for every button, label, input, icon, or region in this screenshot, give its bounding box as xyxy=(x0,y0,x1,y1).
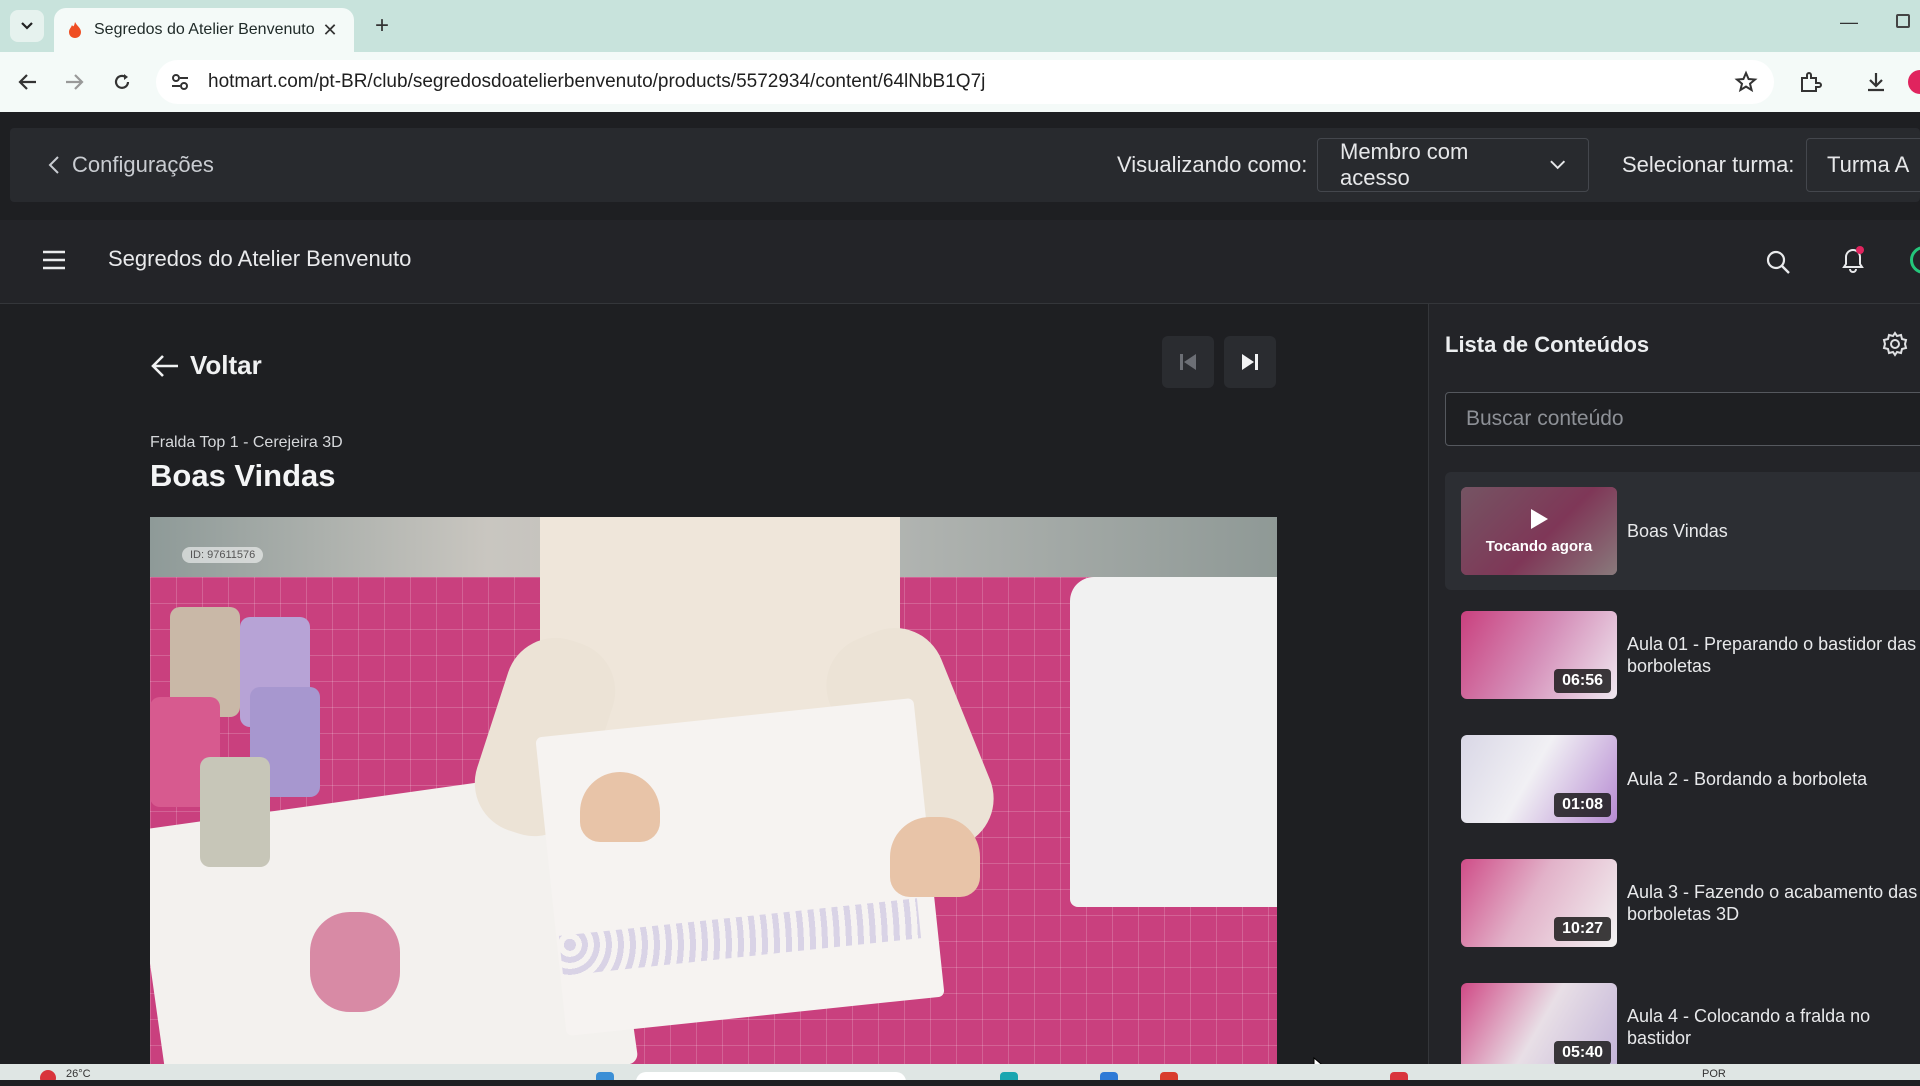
viewing-as-label: Visualizando como: xyxy=(1117,152,1308,177)
lesson-item-title: Aula 4 - Colocando a fralda no bastidor xyxy=(1627,1006,1871,1048)
admin-preview-area: Configurações Visualizando como: Membro … xyxy=(0,112,1920,220)
club-header: Segredos do Atelier Benvenuto xyxy=(0,220,1920,304)
arrow-left-icon xyxy=(18,74,36,90)
video-id-watermark: ID: 97611576 xyxy=(182,547,264,563)
taskbar-app-icon[interactable] xyxy=(1100,1072,1118,1080)
content-search-input[interactable] xyxy=(1445,392,1920,446)
play-icon xyxy=(1531,508,1548,529)
taskbar-app-icon[interactable] xyxy=(1390,1072,1408,1080)
video-frame-hand xyxy=(890,817,980,897)
back-label: Voltar xyxy=(190,350,262,380)
address-bar[interactable]: hotmart.com/pt-BR/club/segredosdoatelier… xyxy=(156,60,1774,104)
minimize-window-icon[interactable]: — xyxy=(1840,12,1858,33)
browser-toolbar: hotmart.com/pt-BR/club/segredosdoatelier… xyxy=(0,52,1920,112)
back-nav-button[interactable] xyxy=(12,66,44,98)
chevron-down-icon xyxy=(1549,160,1565,170)
arrow-right-icon xyxy=(66,74,84,90)
module-name: Fralda Top 1 - Cerejeira 3D xyxy=(150,434,343,451)
lesson-item-title: Aula 01 - Preparando o bastidor das borb… xyxy=(1627,634,1917,676)
lesson-thumbnail: 05:40 xyxy=(1461,983,1617,1071)
lesson-duration: 10:27 xyxy=(1554,917,1611,941)
download-icon[interactable] xyxy=(1862,68,1890,96)
reload-button[interactable] xyxy=(106,66,138,98)
arrow-left-icon xyxy=(151,354,178,377)
user-avatar[interactable] xyxy=(1910,246,1920,274)
forward-nav-button[interactable] xyxy=(58,66,90,98)
extensions-puzzle-icon[interactable] xyxy=(1796,68,1824,96)
lesson-thumbnail: 10:27 xyxy=(1461,859,1617,947)
keyboard-language[interactable]: POR xyxy=(1702,1068,1726,1080)
gear-icon[interactable] xyxy=(1881,330,1909,358)
taskbar-app-icon[interactable] xyxy=(1160,1072,1178,1080)
weather-icon[interactable] xyxy=(40,1070,56,1080)
taskbar-search[interactable] xyxy=(636,1072,906,1080)
settings-link-label: Configurações xyxy=(72,152,214,177)
video-frame-diaper-cloth xyxy=(535,697,945,1037)
viewing-as-select[interactable]: Membro com acesso xyxy=(1317,138,1589,192)
notification-bell-icon[interactable] xyxy=(1838,244,1868,274)
os-taskbar: 26°C POR xyxy=(0,1064,1920,1080)
lesson-thumbnail: 06:56 xyxy=(1461,611,1617,699)
club-title: Segredos do Atelier Benvenuto xyxy=(108,246,412,271)
tab-search-button[interactable] xyxy=(10,10,44,42)
browser-tab-bar: Segredos do Atelier Benvenuto ✕ + — xyxy=(0,0,1920,52)
previous-lesson-button[interactable] xyxy=(1162,336,1214,388)
taskbar-app-icon[interactable] xyxy=(596,1072,614,1080)
lesson-thumbnail: 01:08 xyxy=(1461,735,1617,823)
lesson-item[interactable]: Tocando agora Boas Vindas xyxy=(1445,472,1920,590)
lesson-main: Voltar Fralda Top 1 - Cerejeira 3D Boas … xyxy=(0,304,1428,1078)
viewing-as-value: Membro com acesso xyxy=(1340,139,1469,190)
chevron-left-icon xyxy=(48,156,59,174)
skip-next-icon xyxy=(1242,354,1258,370)
hamburger-menu-icon[interactable] xyxy=(40,248,68,272)
new-tab-button[interactable]: + xyxy=(366,10,398,42)
taskbar-app-icon[interactable] xyxy=(1000,1072,1018,1080)
lesson-duration: 01:08 xyxy=(1554,793,1611,817)
url-text: hotmart.com/pt-BR/club/segredosdoatelier… xyxy=(208,71,986,92)
site-settings-icon[interactable] xyxy=(160,62,200,102)
lesson-item[interactable]: 10:27 Aula 3 - Fazendo o acabamento das … xyxy=(1445,844,1920,962)
content-list-sidebar: Lista de Conteúdos Tocando agora Boas Vi… xyxy=(1428,304,1920,1071)
content-list-title: Lista de Conteúdos xyxy=(1445,332,1650,357)
hotmart-flame-icon xyxy=(69,22,81,38)
browser-tab-active[interactable]: Segredos do Atelier Benvenuto ✕ xyxy=(54,8,354,52)
search-icon[interactable] xyxy=(1764,248,1792,276)
weather-temperature: 26°C xyxy=(66,1068,91,1080)
tab-title: Segredos do Atelier Benvenuto xyxy=(94,21,314,38)
reload-icon xyxy=(114,74,130,89)
profile-avatar[interactable] xyxy=(1908,70,1920,94)
lesson-title: Boas Vindas xyxy=(150,458,336,493)
lesson-duration: 06:56 xyxy=(1554,669,1611,693)
lesson-item[interactable]: 01:08 Aula 2 - Bordando a borboleta xyxy=(1445,720,1920,838)
class-select-value: Turma A xyxy=(1827,152,1910,177)
lesson-thumbnail: Tocando agora xyxy=(1461,487,1617,575)
close-tab-icon[interactable]: ✕ xyxy=(320,20,340,41)
video-player[interactable]: ID: 97611576 xyxy=(150,517,1277,1064)
lesson-item[interactable]: 06:56 Aula 01 - Preparando o bastidor da… xyxy=(1445,596,1920,714)
lesson-item-title: Aula 2 - Bordando a borboleta xyxy=(1627,769,1868,789)
now-playing-label: Tocando agora xyxy=(1485,537,1593,555)
bookmark-star-icon[interactable] xyxy=(1734,70,1758,94)
video-frame-embroidered-bear xyxy=(310,912,400,1012)
class-select[interactable]: Turma A xyxy=(1806,138,1920,192)
video-frame-embroidery-machine xyxy=(1070,577,1277,907)
admin-preview-bar: Configurações Visualizando como: Membro … xyxy=(10,128,1920,202)
lesson-item-title: Aula 3 - Fazendo o acabamento das borbol… xyxy=(1627,882,1918,924)
next-lesson-button[interactable] xyxy=(1224,336,1276,388)
video-frame-spool xyxy=(200,757,270,867)
lesson-duration: 05:40 xyxy=(1554,1041,1611,1065)
back-button[interactable]: Voltar xyxy=(150,350,262,381)
settings-link[interactable]: Configurações xyxy=(48,152,214,178)
restore-window-icon[interactable] xyxy=(1896,14,1910,28)
lesson-item-title: Boas Vindas xyxy=(1627,521,1728,541)
select-class-label: Selecionar turma: xyxy=(1622,152,1795,177)
chevron-down-icon xyxy=(21,22,33,30)
video-frame-hand xyxy=(580,772,660,842)
now-playing-overlay: Tocando agora xyxy=(1461,487,1617,575)
skip-previous-icon xyxy=(1180,354,1196,370)
